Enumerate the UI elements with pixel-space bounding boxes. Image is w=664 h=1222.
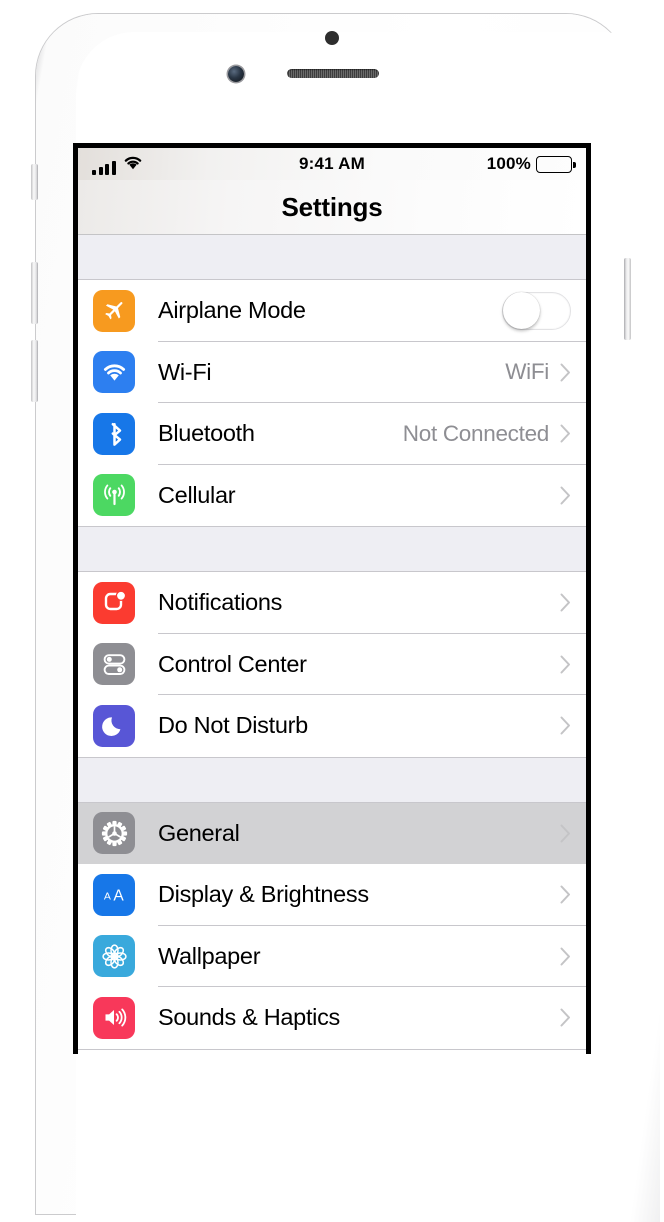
wifi-icon bbox=[123, 154, 143, 175]
chevron-right-icon bbox=[560, 824, 571, 843]
settings-row-wi-fi[interactable]: Wi-Fi WiFi bbox=[78, 341, 586, 403]
volume-up-button[interactable] bbox=[31, 262, 38, 324]
svg-text:A: A bbox=[103, 891, 110, 903]
volume-down-button[interactable] bbox=[31, 340, 38, 402]
row-value-bluetooth: Not Connected bbox=[402, 420, 550, 446]
row-accessory-airplane-mode bbox=[502, 291, 586, 330]
phone-screen: 9:41 AM 100% Settings Airplane Mode Wi-Fi… bbox=[73, 143, 591, 1054]
cellular-icon bbox=[93, 474, 135, 517]
settings-row-wallpaper[interactable]: Wallpaper bbox=[78, 925, 586, 987]
row-label-wi-fi: Wi-Fi bbox=[158, 358, 212, 385]
silent-switch[interactable] bbox=[31, 164, 38, 200]
row-accessory-wallpaper bbox=[560, 947, 586, 966]
settings-section-connectivity: Airplane Mode Wi-Fi WiFi Bluetooth Not Conne… bbox=[78, 280, 586, 527]
status-bar-right: 100% bbox=[402, 154, 576, 174]
front-camera-icon bbox=[228, 66, 244, 82]
bluetooth-icon bbox=[93, 412, 135, 455]
section-gap-alerts bbox=[78, 527, 586, 572]
settings-row-do-not-disturb[interactable]: Do Not Disturb bbox=[78, 695, 586, 757]
status-bar-left bbox=[92, 154, 262, 175]
row-label-wallpaper: Wallpaper bbox=[158, 942, 261, 969]
text-size-icon: AA bbox=[93, 873, 135, 916]
chevron-right-icon bbox=[560, 363, 571, 382]
row-accessory-control-center bbox=[560, 655, 586, 674]
row-label-display-brightness: Display & Brightness bbox=[158, 881, 369, 908]
chevron-right-icon bbox=[560, 947, 571, 966]
row-label-cellular: Cellular bbox=[158, 481, 236, 508]
settings-row-bluetooth[interactable]: Bluetooth Not Connected bbox=[78, 403, 586, 465]
chevron-right-icon bbox=[560, 1008, 571, 1027]
battery-icon bbox=[536, 155, 576, 173]
power-button[interactable] bbox=[624, 258, 631, 340]
navigation-bar: Settings bbox=[78, 180, 586, 235]
chevron-right-icon bbox=[560, 655, 571, 674]
row-accessory-sounds-haptics bbox=[560, 1008, 586, 1027]
row-label-notifications: Notifications bbox=[158, 589, 283, 616]
settings-section-system: General A A Display & Brightness Wallpaper So… bbox=[78, 802, 586, 1050]
row-value-wi-fi: WiFi bbox=[505, 359, 549, 385]
wifi-icon bbox=[93, 351, 135, 394]
notifications-icon bbox=[93, 581, 135, 624]
row-accessory-cellular bbox=[560, 486, 586, 505]
settings-row-display-brightness[interactable]: A A Display & Brightness bbox=[78, 864, 586, 926]
chevron-right-icon bbox=[560, 885, 571, 904]
settings-row-airplane-mode[interactable]: Airplane Mode bbox=[78, 280, 586, 342]
row-label-airplane-mode: Airplane Mode bbox=[158, 297, 306, 324]
row-accessory-notifications bbox=[560, 593, 586, 612]
chevron-right-icon bbox=[560, 593, 571, 612]
row-label-control-center: Control Center bbox=[158, 650, 307, 677]
row-accessory-wi-fi: WiFi bbox=[505, 359, 586, 385]
battery-percent-label: 100% bbox=[486, 154, 531, 173]
page-title: Settings bbox=[281, 191, 383, 222]
section-gap-system bbox=[78, 757, 586, 803]
chevron-right-icon bbox=[560, 716, 571, 735]
cellular-signal-icon bbox=[92, 160, 116, 175]
row-accessory-do-not-disturb bbox=[560, 716, 586, 735]
earpiece-speaker-grille bbox=[287, 69, 379, 78]
settings-row-notifications[interactable]: Notifications bbox=[78, 572, 586, 634]
row-label-general: General bbox=[158, 819, 240, 846]
settings-row-sounds-haptics[interactable]: Sounds & Haptics bbox=[78, 987, 586, 1049]
section-gap-connectivity bbox=[78, 235, 586, 280]
row-accessory-display-brightness bbox=[560, 885, 586, 904]
svg-text:A: A bbox=[113, 888, 124, 905]
airplane-icon bbox=[93, 289, 135, 332]
row-accessory-bluetooth: Not Connected bbox=[403, 421, 586, 447]
status-bar-time: 9:41 AM bbox=[299, 154, 365, 173]
chevron-right-icon bbox=[560, 424, 571, 443]
settings-row-control-center[interactable]: Control Center bbox=[78, 633, 586, 695]
settings-section-alerts: Notifications Control Center Do Not Distur… bbox=[78, 572, 586, 758]
proximity-sensor-icon bbox=[325, 31, 339, 45]
chevron-right-icon bbox=[560, 486, 571, 505]
gear-icon bbox=[93, 812, 135, 855]
status-bar: 9:41 AM 100% bbox=[78, 148, 586, 180]
row-label-do-not-disturb: Do Not Disturb bbox=[158, 712, 308, 739]
control-center-icon bbox=[93, 643, 135, 686]
speaker-icon bbox=[93, 996, 135, 1039]
row-accessory-general bbox=[560, 824, 586, 843]
row-label-sounds-haptics: Sounds & Haptics bbox=[158, 1004, 340, 1031]
row-label-bluetooth: Bluetooth bbox=[158, 420, 255, 447]
moon-icon bbox=[93, 704, 135, 747]
settings-row-general[interactable]: General bbox=[78, 802, 586, 864]
toggle-airplane-mode[interactable] bbox=[502, 291, 571, 330]
settings-list: Airplane Mode Wi-Fi WiFi Bluetooth Not Conne… bbox=[78, 235, 586, 1050]
flower-icon bbox=[93, 935, 135, 978]
settings-row-cellular[interactable]: Cellular bbox=[78, 464, 586, 526]
